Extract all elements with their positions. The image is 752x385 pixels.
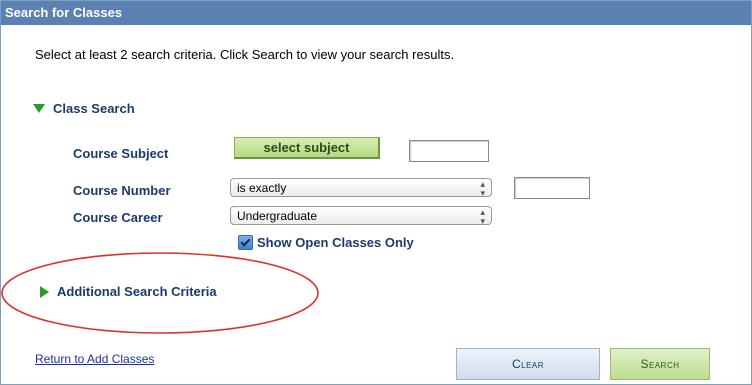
class-search-heading: Class Search [53,101,135,116]
course-career-label: Course Career [73,210,163,225]
course-career-value: Undergraduate [237,209,318,223]
course-number-operator-select[interactable]: is exactly ▴ ▾ [230,178,492,198]
course-career-select[interactable]: Undergraduate ▴ ▾ [230,206,492,226]
course-number-input[interactable] [514,177,590,199]
clear-button[interactable]: Clear [456,348,600,380]
course-number-operator-value: is exactly [237,181,287,195]
return-to-add-classes-link[interactable]: Return to Add Classes [35,352,154,366]
course-subject-input[interactable] [409,140,489,162]
additional-criteria-label: Additional Search Criteria [57,284,217,299]
expanded-triangle-icon [33,104,45,113]
select-subject-button[interactable]: select subject [234,137,380,159]
search-button[interactable]: Search [610,348,710,380]
course-subject-label: Course Subject [73,146,169,161]
select-arrows-icon: ▴ ▾ [480,179,485,198]
select-arrows-icon: ▴ ▾ [480,207,485,226]
course-number-label: Course Number [73,183,171,198]
class-search-toggle[interactable]: Class Search [33,101,135,116]
instructions-text: Select at least 2 search criteria. Click… [35,47,455,62]
open-classes-label: Show Open Classes Only [257,235,414,250]
open-classes-row[interactable]: Show Open Classes Only [238,235,414,250]
collapsed-triangle-icon [40,285,49,298]
panel-title: Search for Classes [1,1,751,25]
additional-criteria-toggle[interactable]: Additional Search Criteria [40,284,217,299]
open-classes-checkbox[interactable] [238,235,253,250]
